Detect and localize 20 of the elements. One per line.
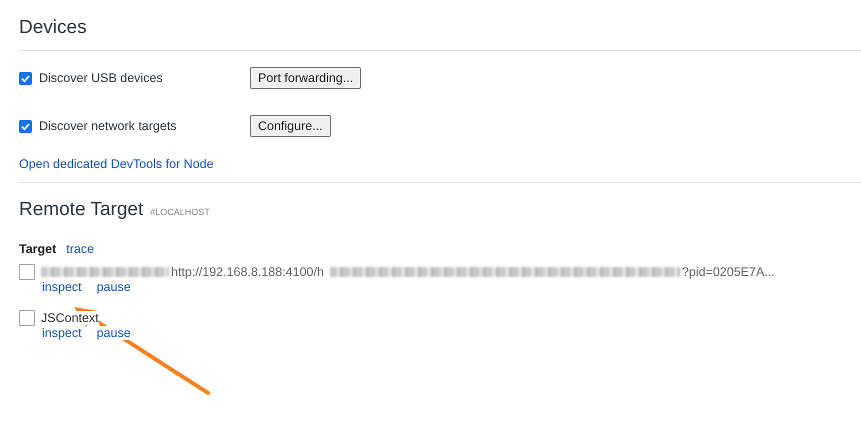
- target-url: http://192.168.8.188:4100/h: [171, 265, 324, 279]
- checkbox[interactable]: [19, 310, 35, 326]
- trace-link[interactable]: trace: [66, 242, 94, 256]
- target-name: JSContext: [41, 311, 99, 325]
- checkbox-label: Discover network targets: [39, 119, 177, 133]
- settings-button[interactable]: Configure...: [250, 115, 331, 137]
- target-url: ?pid=0205E7A...: [682, 265, 775, 279]
- settings-button[interactable]: Port forwarding...: [250, 67, 362, 89]
- host-label: #LOCALHOST: [150, 207, 210, 217]
- checkbox-label: Discover USB devices: [39, 71, 163, 85]
- checkbox[interactable]: [19, 72, 32, 84]
- action-link[interactable]: inspect: [42, 326, 82, 340]
- section-title: Devices: [19, 17, 88, 39]
- checkbox[interactable]: [19, 120, 32, 132]
- checkbox[interactable]: [19, 264, 35, 280]
- action-link[interactable]: inspect: [42, 280, 82, 294]
- section-title: Remote Target: [19, 199, 144, 221]
- action-link[interactable]: pause: [96, 326, 131, 340]
- target-header: Target: [19, 242, 56, 256]
- devtools-link[interactable]: Open dedicated DevTools for Node: [19, 157, 214, 171]
